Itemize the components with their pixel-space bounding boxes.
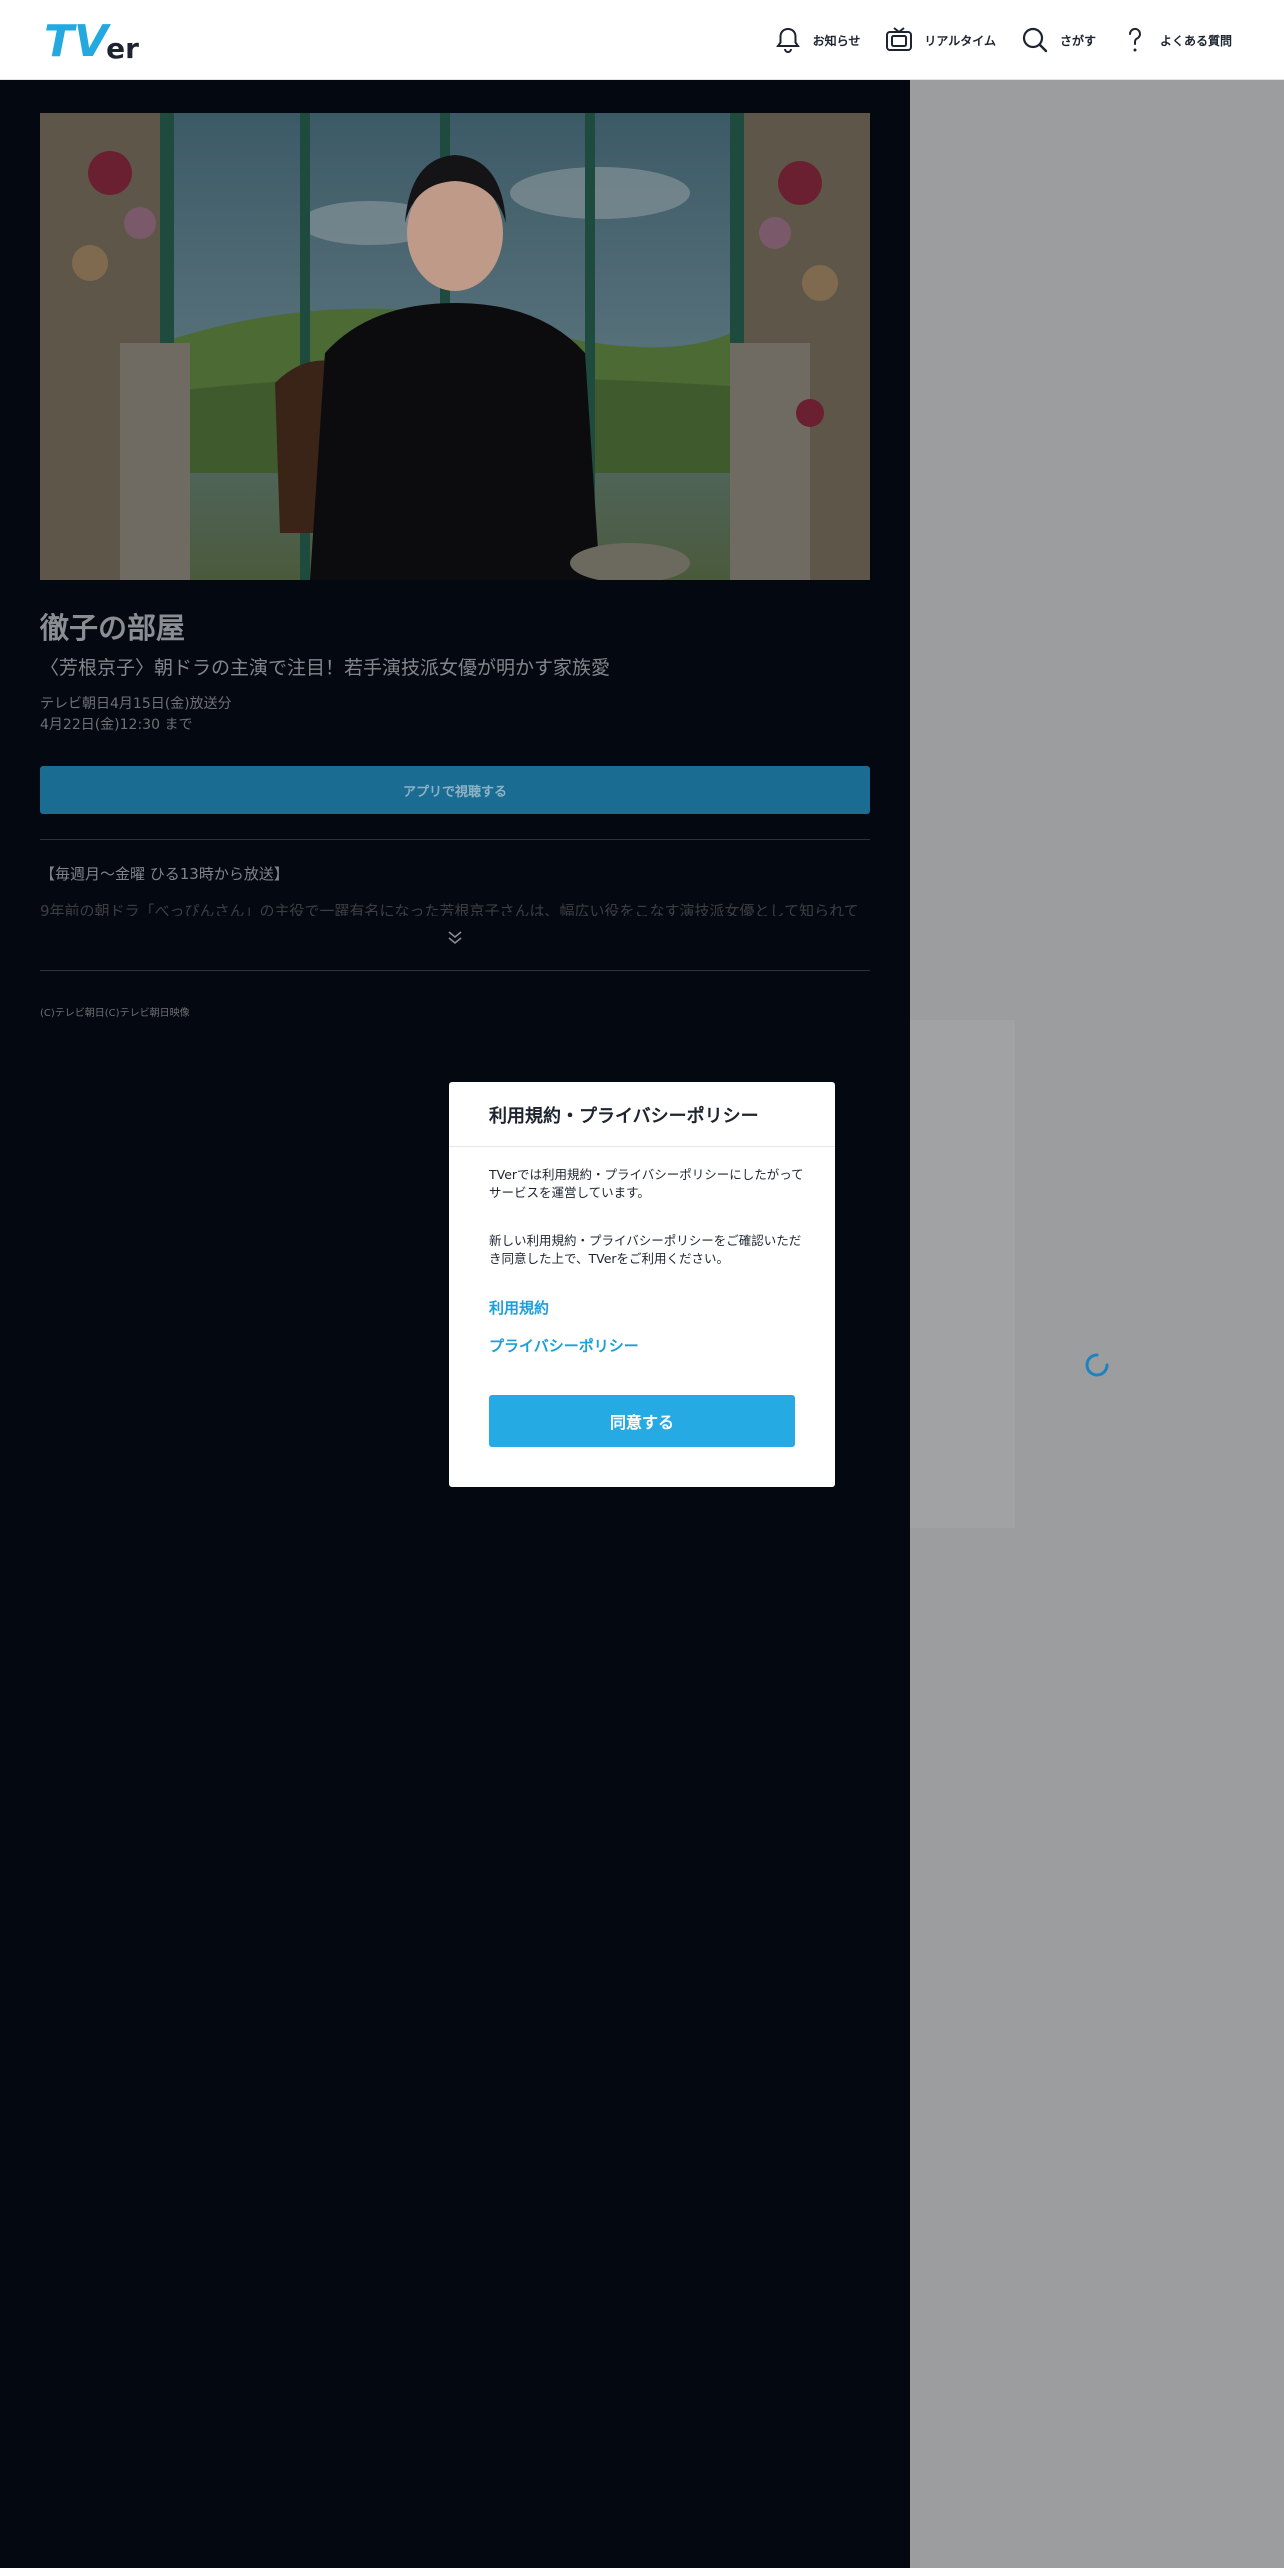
nav-notifications[interactable]: お知らせ <box>773 25 861 55</box>
episode-subtitle: 〈芳根京子〉朝ドラの主演で注目！若手演技派女優が明かす家族愛 <box>40 657 611 679</box>
nav-notifications-label: お知らせ <box>812 33 861 48</box>
nav-search[interactable]: さがす <box>1020 25 1096 55</box>
search-icon <box>1022 27 1048 53</box>
episode-thumbnail <box>40 113 870 580</box>
tver-logo[interactable]: TV er <box>44 16 139 64</box>
nav-faq[interactable]: よくある質問 <box>1120 25 1232 55</box>
watch-in-app-button[interactable]: アプリで視聴する <box>40 766 870 814</box>
thumbnail-image <box>40 113 870 580</box>
terms-modal: 利用規約・プライバシーポリシー TVerでは利用規約・プライバシーポリシーにした… <box>449 1082 835 1487</box>
agree-button[interactable]: 同意する <box>489 1395 795 1447</box>
expand-chevron-icon[interactable] <box>445 928 465 948</box>
nav-realtime[interactable]: リアルタイム <box>884 25 996 55</box>
copyright-text: (C)テレビ朝日(C)テレビ朝日映像 <box>40 1008 190 1019</box>
app-header: TV er お知らせ リアルタイム さがす よくある質問 <box>0 0 1284 80</box>
logo-er: er <box>106 32 139 65</box>
modal-paragraph-2: 新しい利用規約・プライバシーポリシーをご確認いただき同意した上で、TVerをご利… <box>489 1233 802 1266</box>
nav-faq-label: よくある質問 <box>1159 33 1232 48</box>
nav-realtime-label: リアルタイム <box>924 33 996 48</box>
header-nav: お知らせ リアルタイム さがす よくある質問 <box>773 0 1232 80</box>
broadcast-info: テレビ朝日4月15日(金)放送分 <box>40 696 232 712</box>
bell-icon <box>775 27 800 53</box>
question-icon <box>1128 27 1141 52</box>
privacy-policy-link[interactable]: プライバシーポリシー <box>489 1335 639 1356</box>
description-heading: 【毎週月～金曜 ひる13時から放送】 <box>40 865 289 883</box>
divider-top <box>40 839 870 840</box>
availability-info: 4月22日(金)12:30 まで <box>40 717 193 733</box>
tv-icon <box>886 27 913 51</box>
terms-link[interactable]: 利用規約 <box>489 1297 549 1318</box>
loading-spinner-icon <box>1085 1353 1109 1377</box>
description-preview: 9年前の朝ドラ「べっぴんさん」の主役で一躍有名になった芳根京子さんは、幅広い役を… <box>40 902 859 916</box>
modal-title: 利用規約・プライバシーポリシー <box>489 1106 759 1127</box>
background-panel <box>910 1020 1015 1528</box>
logo-tv: TV <box>44 16 109 67</box>
modal-divider <box>449 1146 835 1147</box>
modal-paragraph-1: TVerでは利用規約・プライバシーポリシーにしたがってサービスを運営しています。 <box>489 1167 804 1200</box>
nav-search-label: さがす <box>1059 33 1096 48</box>
divider-bottom <box>40 970 870 971</box>
program-title: 徹子の部屋 <box>40 611 186 645</box>
